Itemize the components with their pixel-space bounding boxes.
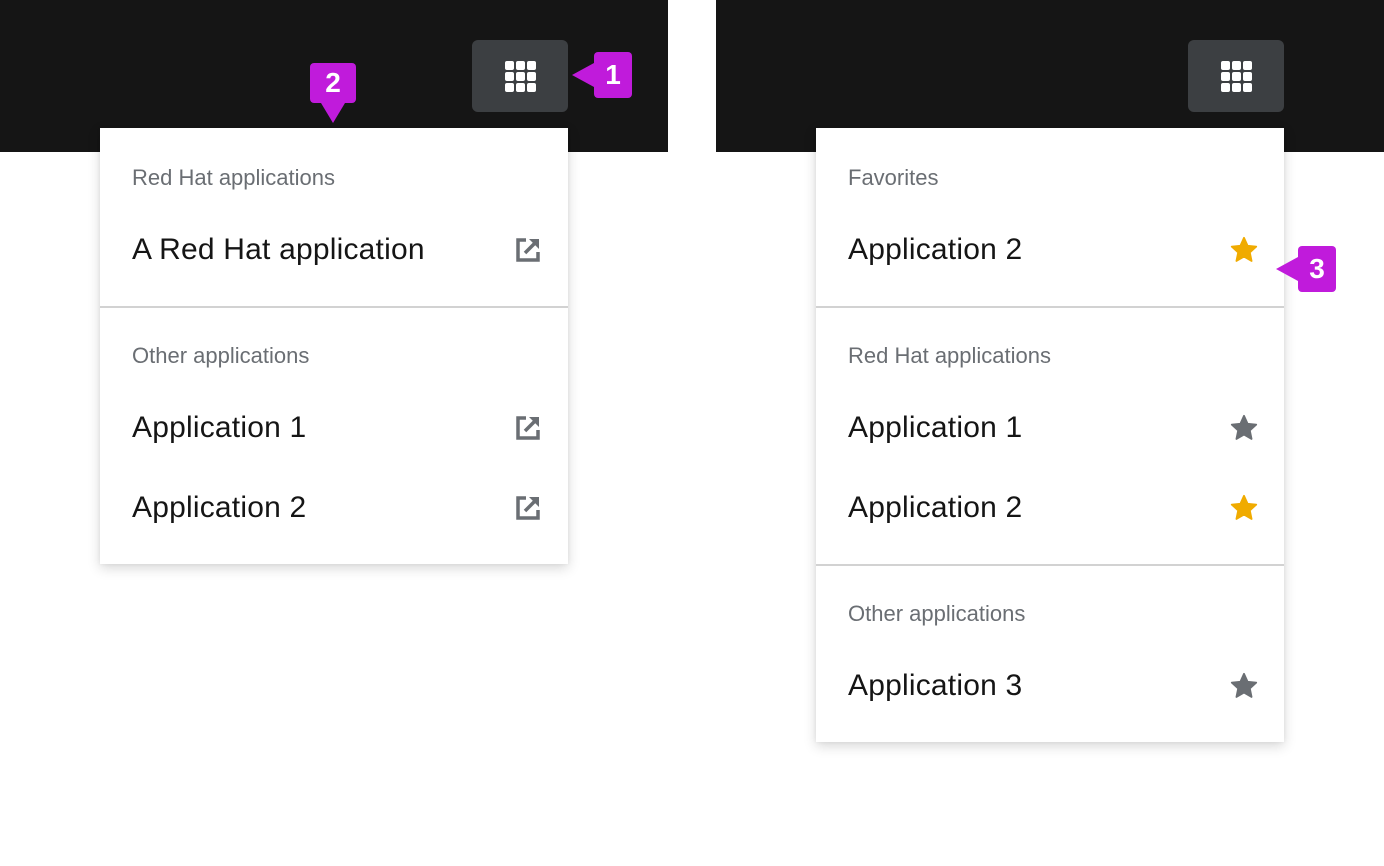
menu-group: Red Hat applications Application 1 Appli… xyxy=(816,308,1284,564)
menu-item-label: Application 2 xyxy=(132,491,307,524)
app-launcher-toggle[interactable] xyxy=(472,40,568,112)
app-launcher-menu-right: Favorites Application 2 Red Hat applicat… xyxy=(816,128,1284,742)
menu-item[interactable]: Application 3 xyxy=(816,646,1284,726)
group-title: Other applications xyxy=(848,601,1026,626)
star-icon-favorite[interactable] xyxy=(1230,236,1258,264)
menu-item[interactable]: Application 2 xyxy=(816,210,1284,290)
menu-item-label: A Red Hat application xyxy=(132,233,425,266)
menu-item-label: Application 2 xyxy=(848,491,1023,524)
grid-icon xyxy=(504,60,536,92)
menu-item-label: Application 1 xyxy=(132,411,307,444)
menu-group-favorites: Favorites Application 2 xyxy=(816,128,1284,306)
menu-item[interactable]: Application 2 xyxy=(816,468,1284,548)
menu-item[interactable]: Application 1 xyxy=(100,388,568,468)
group-title: Red Hat applications xyxy=(848,343,1052,368)
menu-group: Other applications Application 3 xyxy=(816,566,1284,742)
menu-item-label: Application 1 xyxy=(848,411,1023,444)
star-icon[interactable] xyxy=(1230,672,1258,700)
grid-icon xyxy=(1220,60,1252,92)
external-link-icon xyxy=(514,236,542,264)
group-title: Other applications xyxy=(132,343,310,368)
menu-group: Red Hat applications A Red Hat applicati… xyxy=(100,128,568,306)
app-launcher-toggle[interactable] xyxy=(1188,40,1284,112)
menu-item-label: Application 3 xyxy=(848,669,1023,702)
external-link-icon xyxy=(514,494,542,522)
callout-1: 1 xyxy=(572,52,632,98)
menu-item[interactable]: Application 2 xyxy=(100,468,568,548)
star-icon-favorite[interactable] xyxy=(1230,494,1258,522)
callout-2: 2 xyxy=(310,63,356,123)
menu-item-label: Application 2 xyxy=(848,233,1023,266)
group-title: Red Hat applications xyxy=(132,165,336,190)
menu-item[interactable]: Application 1 xyxy=(816,388,1284,468)
group-title: Favorites xyxy=(848,165,939,190)
menu-group: Other applications Application 1 Applica… xyxy=(100,308,568,564)
app-launcher-menu-left: Red Hat applications A Red Hat applicati… xyxy=(100,128,568,564)
star-icon[interactable] xyxy=(1230,414,1258,442)
callout-3: 3 xyxy=(1276,246,1336,292)
menu-item[interactable]: A Red Hat application xyxy=(100,210,568,290)
external-link-icon xyxy=(514,414,542,442)
